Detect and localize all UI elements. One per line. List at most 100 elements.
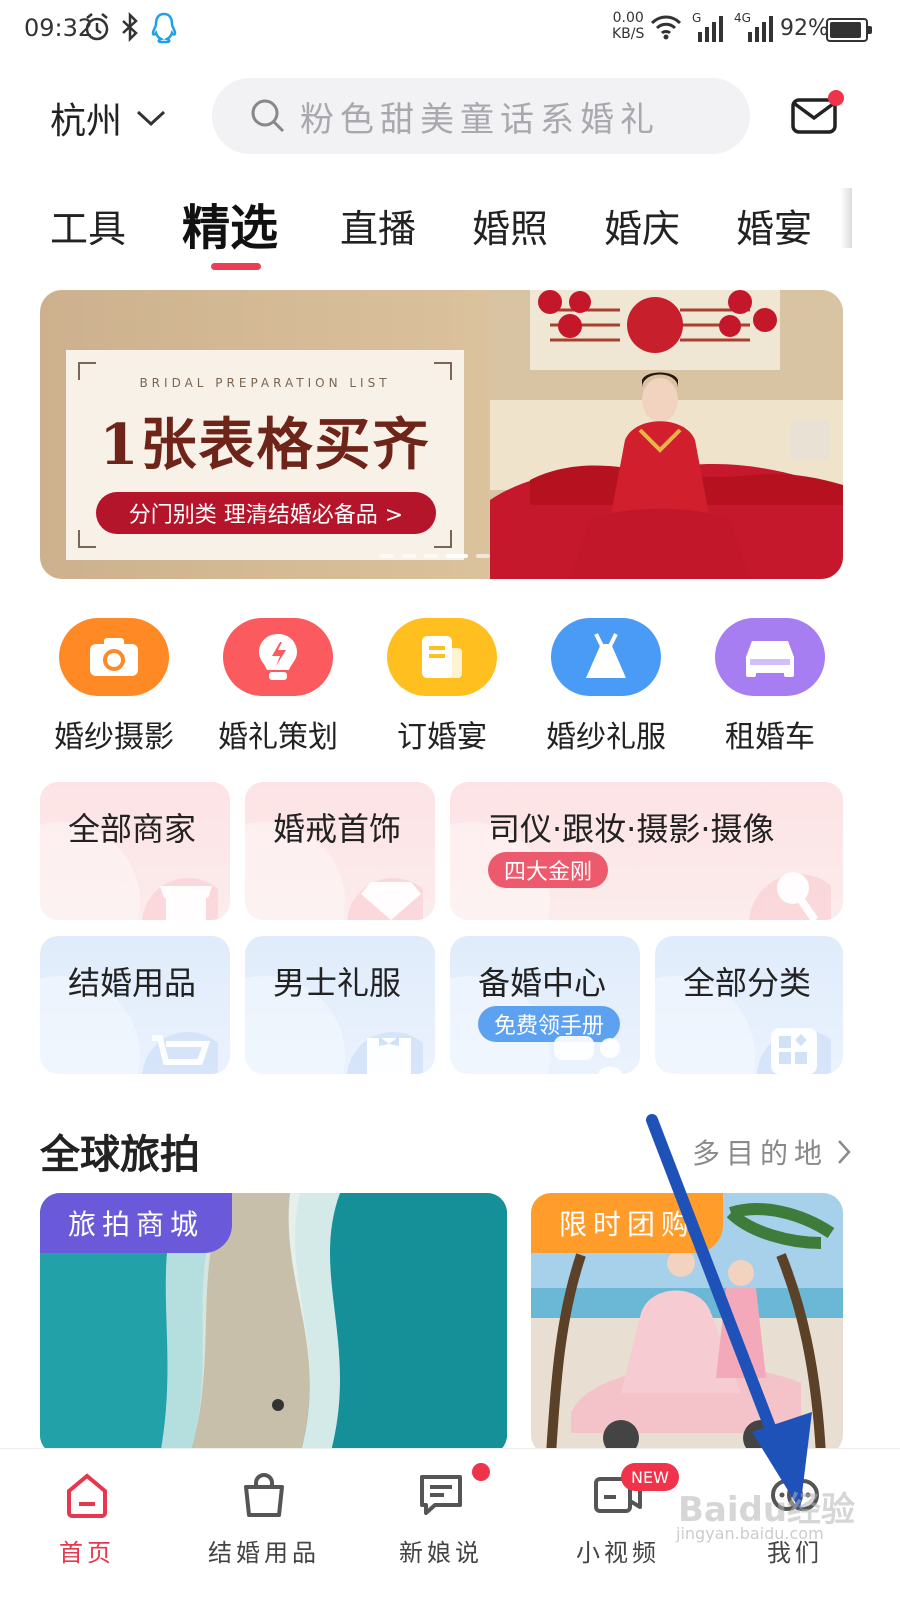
tab-live[interactable]: 直播: [340, 198, 416, 253]
rings-jewelry-card[interactable]: 婚戒首饰: [245, 782, 435, 920]
section-title: 全球旅拍: [40, 1132, 200, 1178]
nav-label: 小视频: [576, 1539, 660, 1567]
travel-tag: 限时团购: [531, 1193, 724, 1253]
speed-value: 0.00: [612, 10, 644, 26]
search-placeholder: 粉色甜美童话系婚礼: [300, 99, 660, 140]
nav-short-videos[interactable]: 小视频 NEW: [543, 1463, 693, 1568]
category-label: 婚纱摄影: [54, 720, 174, 755]
bride-photo: [490, 290, 843, 579]
nav-label: 首页: [59, 1539, 115, 1567]
microphone-icon: [749, 872, 831, 920]
signal-4g-text: 4G: [734, 11, 751, 25]
frame-corner: [434, 530, 452, 548]
active-tab-indicator: [211, 263, 261, 270]
status-time: 09:32: [24, 14, 94, 42]
status-bar: 09:32 0.00 KB/S G 4G 92%: [0, 0, 900, 62]
card-title: 司仪·跟妆·摄影·摄像: [488, 810, 775, 848]
carousel-indicator: [380, 554, 490, 558]
tab-wedding-photos[interactable]: 婚照: [472, 198, 548, 253]
notification-dot: [472, 1463, 490, 1481]
signal-4g-icon: 4G: [734, 10, 774, 48]
banner-subtitle: BRIDAL PREPARATION LIST: [139, 376, 391, 390]
banner-cta[interactable]: 分门别类 理清结婚必备品 >: [96, 492, 436, 534]
qq-icon: [150, 12, 178, 48]
wifi-icon: [650, 14, 682, 44]
chat-bubble-icon: [554, 1036, 622, 1074]
four-services-badge: 四大金刚: [488, 852, 609, 888]
search-icon: [251, 99, 285, 133]
camera-icon: [59, 618, 169, 696]
search-bar[interactable]: 粉色甜美童话系婚礼: [212, 78, 750, 154]
card-title: 全部商家: [68, 810, 197, 848]
chevron-right-icon: [838, 1140, 851, 1164]
nav-wedding-supplies[interactable]: 结婚用品: [189, 1471, 339, 1568]
tab-wedding-ceremony[interactable]: 婚庆: [604, 198, 680, 253]
travel-card-group-buy[interactable]: 限时团购: [531, 1193, 843, 1455]
grid-icon: [757, 1028, 831, 1074]
cart-icon: [142, 1032, 218, 1074]
network-speed: 0.00 KB/S: [612, 10, 644, 42]
tabs-scroll-fade: [840, 188, 852, 248]
watermark-url: jingyan.baidu.com: [676, 1524, 824, 1543]
menswear-card[interactable]: 男士礼服: [245, 936, 435, 1074]
battery-percent: 92%: [780, 16, 829, 41]
card-title: 婚戒首饰: [273, 810, 402, 848]
signal-g-text: G: [692, 11, 701, 25]
category-label: 婚礼策划: [218, 720, 338, 755]
category-wedding-dress[interactable]: 婚纱礼服: [524, 618, 688, 756]
more-destinations-link[interactable]: 多目的地: [692, 1132, 852, 1172]
banner-card: BRIDAL PREPARATION LIST 1张表格买齐 分门别类 理清结婚…: [66, 350, 464, 560]
signal-g-icon: G: [692, 10, 724, 48]
car-icon: [715, 618, 825, 696]
all-merchants-card[interactable]: 全部商家: [40, 782, 230, 920]
banner-headline: 1张表格买齐: [99, 412, 431, 478]
prep-center-card[interactable]: 备婚中心 免费领手册: [450, 936, 640, 1074]
tab-bar: 工具 精选 直播 婚照 婚庆 婚宴: [50, 188, 850, 268]
all-categories-card[interactable]: 全部分类: [655, 936, 843, 1074]
travel-card-mall[interactable]: 旅拍商城: [40, 1193, 507, 1455]
category-wedding-car[interactable]: 租婚车: [688, 618, 852, 756]
bluetooth-icon: [120, 11, 140, 46]
nav-bride-talk[interactable]: 新娘说: [366, 1463, 516, 1568]
nav-label: 结婚用品: [208, 1539, 320, 1567]
wedding-supplies-card[interactable]: 结婚用品: [40, 936, 230, 1074]
category-label: 婚纱礼服: [546, 720, 666, 755]
message-button[interactable]: [790, 90, 844, 140]
notification-dot: [828, 90, 844, 106]
category-wedding-planning[interactable]: 婚礼策划: [196, 618, 360, 756]
category-banquet-booking[interactable]: 订婚宴: [360, 618, 524, 756]
chat-icon: [420, 1475, 462, 1515]
card-title: 备婚中心: [478, 964, 607, 1002]
card-title: 男士礼服: [273, 964, 402, 1002]
city-selector[interactable]: 杭州: [50, 92, 166, 144]
home-icon: [67, 1473, 107, 1518]
chevron-down-icon: [136, 110, 166, 127]
promo-banner[interactable]: BRIDAL PREPARATION LIST 1张表格买齐 分门别类 理清结婚…: [40, 290, 843, 579]
diamond-icon: [347, 878, 423, 920]
bulb-icon: [223, 618, 333, 696]
category-label: 订婚宴: [397, 720, 487, 755]
category-label: 租婚车: [725, 720, 815, 755]
city-name: 杭州: [50, 101, 123, 142]
menu-icon: [387, 618, 497, 696]
battery-icon: [826, 18, 872, 42]
speed-unit: KB/S: [612, 26, 645, 42]
battery-fill: [830, 22, 862, 38]
category-icon-row: 婚纱摄影 婚礼策划 订婚宴 婚纱礼服 租婚车: [30, 618, 870, 758]
dress-icon: [551, 618, 661, 696]
travel-tag: 旅拍商城: [40, 1193, 233, 1253]
card-title: 结婚用品: [68, 964, 197, 1002]
new-badge: NEW: [621, 1463, 679, 1491]
frame-corner: [78, 530, 96, 548]
bag-icon: [244, 1473, 284, 1517]
card-title: 全部分类: [683, 964, 812, 1002]
more-label: 多目的地: [692, 1137, 829, 1170]
category-wedding-photography[interactable]: 婚纱摄影: [32, 618, 196, 756]
alarm-icon: [84, 12, 110, 46]
nav-home[interactable]: 首页: [12, 1471, 162, 1568]
tab-tools[interactable]: 工具: [50, 198, 126, 253]
four-services-card[interactable]: 司仪·跟妆·摄影·摄像 四大金刚: [450, 782, 843, 920]
tab-wedding-banquet[interactable]: 婚宴: [736, 198, 812, 253]
tab-featured[interactable]: 精选: [182, 188, 278, 258]
shop-icon: [142, 878, 218, 920]
